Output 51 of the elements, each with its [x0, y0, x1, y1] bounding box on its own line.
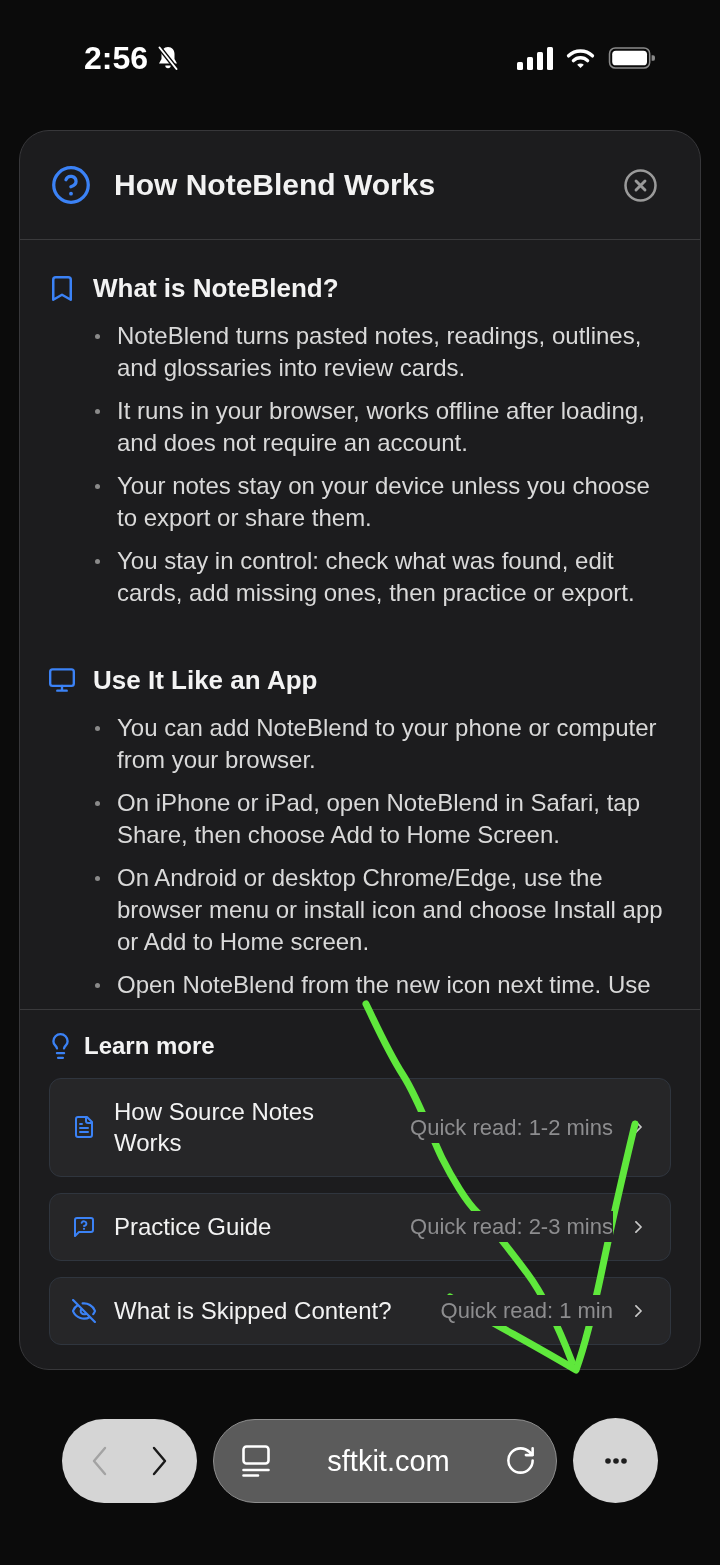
bullet-text: NoteBlend turns pasted notes, readings, outlines, and glossaries into review cards.: [117, 321, 643, 383]
address-bar[interactable]: sftkit.com: [213, 1418, 557, 1503]
read-time: Quick read: 1-2 mins: [410, 1111, 613, 1143]
reload-icon: [507, 1447, 534, 1474]
read-time: Quick read: 2-3 mins: [410, 1211, 613, 1242]
learn-more-link[interactable]: Practice Guide Quick read: 2-3 mins: [49, 1193, 671, 1261]
signal-icon: [517, 46, 553, 70]
learn-more-link[interactable]: What is Skipped Content? Quick read: 1 min: [49, 1277, 671, 1345]
url-text: sftkit.com: [326, 1443, 451, 1478]
dialog-title: How NoteBlend Works: [114, 167, 437, 203]
learn-more-heading: Learn more: [84, 1034, 215, 1058]
bookmark-icon: [52, 275, 72, 301]
chevron-right-icon: [635, 1304, 642, 1317]
chevron-right-icon: [635, 1121, 642, 1133]
tabs-icon: [242, 1444, 270, 1477]
wifi-icon: [566, 47, 595, 69]
bullet-text: On iPhone or iPad, open NoteBlend in Safari, tap Share, then choose Add to Home Screen.: [117, 788, 641, 850]
close-icon: [624, 168, 657, 202]
tabs-button[interactable]: [242, 1444, 270, 1477]
section-heading: What is NoteBlend?: [93, 272, 339, 304]
eye-slash-icon: [72, 1298, 96, 1323]
read-time: Quick read: 1 min: [440, 1295, 613, 1326]
chevron-right-icon: [635, 1220, 642, 1233]
status-time: 2:56: [84, 40, 149, 76]
bullet-text: Your notes stay on your device unless you choose to export or share them.: [117, 471, 651, 533]
section-heading: Use It Like an App: [93, 664, 318, 696]
monitor-icon: [49, 668, 75, 692]
bullet-icon: [95, 559, 100, 564]
bullet-text: On Android or desktop Chrome/Edge, use the browser menu or install icon and choose Install app or Add to Home screen.: [117, 863, 664, 957]
battery-icon: [608, 47, 656, 69]
bullet-text: It runs in your browser, works offline after loading, and does not require an account.: [117, 396, 646, 458]
document-icon: [75, 1116, 93, 1138]
lightbulb-icon: [52, 1033, 69, 1059]
bullet-text: Open NoteBlend from the new icon next time. Use: [117, 970, 652, 1000]
bullet-text: You stay in control: check what was found, edit cards, add missing ones, then practice or export.: [117, 546, 636, 608]
bullet-icon: [95, 983, 100, 988]
reload-button[interactable]: [507, 1447, 534, 1474]
bullet-icon: [95, 409, 100, 414]
close-button[interactable]: [624, 168, 657, 202]
learn-more-link[interactable]: How Source Notes Works Quick read: 1-2 mins: [49, 1078, 671, 1177]
bullet-icon: [95, 726, 100, 731]
bullet-icon: [95, 334, 100, 339]
bullet-icon: [95, 876, 100, 881]
question-bubble-icon: [74, 1216, 94, 1237]
more-icon: [604, 1457, 627, 1464]
bullet-icon: [95, 484, 100, 489]
forward-icon: [152, 1445, 169, 1476]
bullet-text: You can add NoteBlend to your phone or computer from your browser.: [117, 713, 658, 775]
back-icon: [90, 1445, 107, 1476]
help-icon: [52, 166, 90, 204]
bullet-icon: [95, 801, 100, 806]
